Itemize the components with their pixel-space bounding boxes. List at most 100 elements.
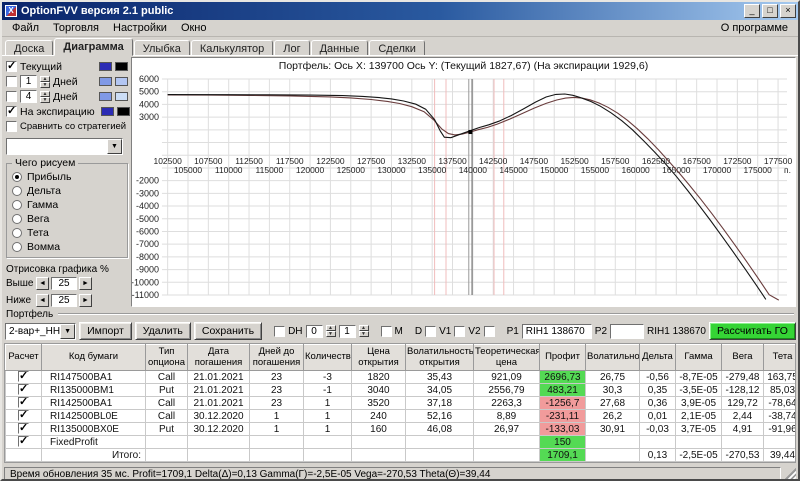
- p2-input[interactable]: [610, 323, 645, 339]
- days2-color-swatch-1[interactable]: [99, 92, 112, 101]
- dh-checkbox[interactable]: [274, 325, 286, 337]
- cell-profit: 1709,1: [539, 448, 586, 462]
- import-button[interactable]: Импорт: [79, 322, 132, 340]
- cell-vega: -270,53: [721, 448, 764, 462]
- cell-profit: -133,03: [539, 422, 586, 436]
- app-icon[interactable]: X: [5, 5, 17, 17]
- days2-value[interactable]: 4: [20, 90, 37, 103]
- radio-gamma[interactable]: [12, 200, 22, 210]
- days1-color-swatch-1[interactable]: [99, 77, 112, 86]
- cell-open_price: [351, 448, 406, 462]
- svg-text:-2000: -2000: [136, 176, 159, 186]
- v2-checkbox[interactable]: [483, 325, 495, 337]
- dh-spin2-spinner[interactable]: ▲ ▼: [358, 325, 369, 337]
- p1-input[interactable]: RIH1 138670: [521, 323, 592, 339]
- radio-gamma-row[interactable]: Гамма: [12, 198, 122, 212]
- above-increase-button[interactable]: ►: [79, 277, 92, 290]
- menu-about[interactable]: О программе: [714, 21, 795, 35]
- menubar: Файл Торговля Настройки Окно О программе: [2, 20, 798, 37]
- below-value[interactable]: 25: [51, 294, 77, 307]
- below-increase-button[interactable]: ►: [79, 294, 92, 307]
- tab-diagram[interactable]: Диаграмма: [54, 38, 133, 56]
- radio-theta[interactable]: [12, 228, 22, 238]
- svg-text:-6000: -6000: [136, 226, 159, 236]
- tab-data[interactable]: Данные: [310, 40, 369, 56]
- row-check-cell: [5, 370, 42, 384]
- radio-vomma-row[interactable]: Вомма: [12, 240, 122, 254]
- calc-go-button[interactable]: Рассчитать ГО: [708, 322, 796, 340]
- tab-smile[interactable]: Улыбка: [133, 40, 190, 56]
- cell-open_price: 3520: [351, 396, 406, 410]
- tab-calculator[interactable]: Калькулятор: [190, 40, 274, 56]
- radio-vomma[interactable]: [12, 242, 22, 252]
- row-calc-checkbox[interactable]: [18, 397, 29, 409]
- days1-color-swatch-2[interactable]: [115, 77, 128, 86]
- cell-open_vol: 52,16: [405, 409, 474, 423]
- menu-file[interactable]: Файл: [5, 21, 46, 35]
- portfolio-section: Портфель: [2, 308, 798, 320]
- current-color-swatch-2[interactable]: [115, 62, 128, 71]
- days1-spinner[interactable]: ▲ ▼: [40, 75, 50, 88]
- cell-vega: -128,12: [721, 383, 764, 397]
- cell-theta: -91,96: [763, 422, 795, 436]
- v1-checkbox[interactable]: [454, 325, 466, 337]
- menu-settings[interactable]: Настройки: [106, 21, 174, 35]
- radio-theta-row[interactable]: Тета: [12, 226, 122, 240]
- p2-label: P2: [594, 325, 608, 337]
- dh-spin1-value[interactable]: 0: [305, 324, 323, 338]
- days2-spinner[interactable]: ▲ ▼: [40, 90, 50, 103]
- expiration-color-swatch-2[interactable]: [116, 107, 130, 116]
- radio-vega-row[interactable]: Вега: [12, 212, 122, 226]
- current-color-swatch-1[interactable]: [99, 62, 112, 71]
- titlebar: X OptionFVV версия 2.1 public _ □ ×: [2, 2, 798, 20]
- cell-type: Call: [145, 396, 188, 410]
- radio-profit[interactable]: [12, 172, 22, 182]
- radio-profit-row[interactable]: Прибыль: [12, 170, 122, 184]
- row-check-cell: [5, 396, 42, 410]
- chevron-down-icon[interactable]: ▼: [107, 139, 122, 154]
- row-calc-checkbox[interactable]: [18, 423, 29, 435]
- above-decrease-button[interactable]: ◄: [36, 277, 49, 290]
- row-calc-checkbox[interactable]: [18, 436, 29, 448]
- m-checkbox[interactable]: [380, 325, 392, 337]
- row-calc-checkbox[interactable]: [18, 384, 29, 396]
- positions-table-wrap: Расчет Код бумаги Тип опциона Дата погашени…: [4, 343, 796, 463]
- dh-spin2-value[interactable]: 1: [338, 324, 356, 338]
- dh-spin1-spinner[interactable]: ▲ ▼: [325, 325, 336, 337]
- row-calc-checkbox[interactable]: [18, 371, 29, 383]
- expiration-checkbox[interactable]: [6, 104, 17, 117]
- close-button[interactable]: ×: [780, 4, 796, 18]
- tab-log[interactable]: Лог: [274, 40, 310, 56]
- tab-board[interactable]: Доска: [5, 40, 54, 56]
- compare-strategy-checkbox[interactable]: [6, 121, 17, 132]
- above-value[interactable]: 25: [51, 277, 77, 290]
- menu-window[interactable]: Окно: [174, 21, 214, 35]
- portfolio-preset-select[interactable]: 2-вар+_НН ▼: [5, 322, 77, 340]
- statusbar: Время обновления 35 мс. Profit=1709,1 De…: [4, 466, 796, 479]
- tab-deals[interactable]: Сделки: [369, 40, 425, 56]
- menu-trade[interactable]: Торговля: [46, 21, 106, 35]
- days2-color-swatch-2[interactable]: [115, 92, 128, 101]
- below-decrease-button[interactable]: ◄: [36, 294, 49, 307]
- maximize-button[interactable]: □: [762, 4, 778, 18]
- days1-value[interactable]: 1: [20, 75, 37, 88]
- strategy-select[interactable]: ▼: [6, 138, 123, 155]
- cell-open_price: 1820: [351, 370, 406, 384]
- delete-button[interactable]: Удалить: [134, 322, 191, 340]
- radio-delta[interactable]: [12, 186, 22, 196]
- days1-checkbox[interactable]: [6, 76, 17, 87]
- radio-vega[interactable]: [12, 214, 22, 224]
- resize-grip-icon[interactable]: [783, 468, 796, 479]
- column-header: Гамма: [675, 344, 722, 371]
- radio-delta-row[interactable]: Дельта: [12, 184, 122, 198]
- d-checkbox[interactable]: [425, 325, 437, 337]
- chevron-down-icon[interactable]: ▼: [60, 323, 76, 339]
- expiration-color-swatch-1[interactable]: [100, 107, 114, 116]
- svg-text:175000: 175000: [744, 165, 773, 175]
- save-button[interactable]: Сохранить: [193, 322, 263, 340]
- payoff-chart[interactable]: 6000 5000 4000 3000 -2000 -3000 -4000 -5000 -600…: [132, 73, 795, 307]
- row-calc-checkbox[interactable]: [18, 410, 29, 422]
- days2-checkbox[interactable]: [6, 91, 17, 102]
- minimize-button[interactable]: _: [744, 4, 760, 18]
- current-checkbox[interactable]: [6, 59, 17, 72]
